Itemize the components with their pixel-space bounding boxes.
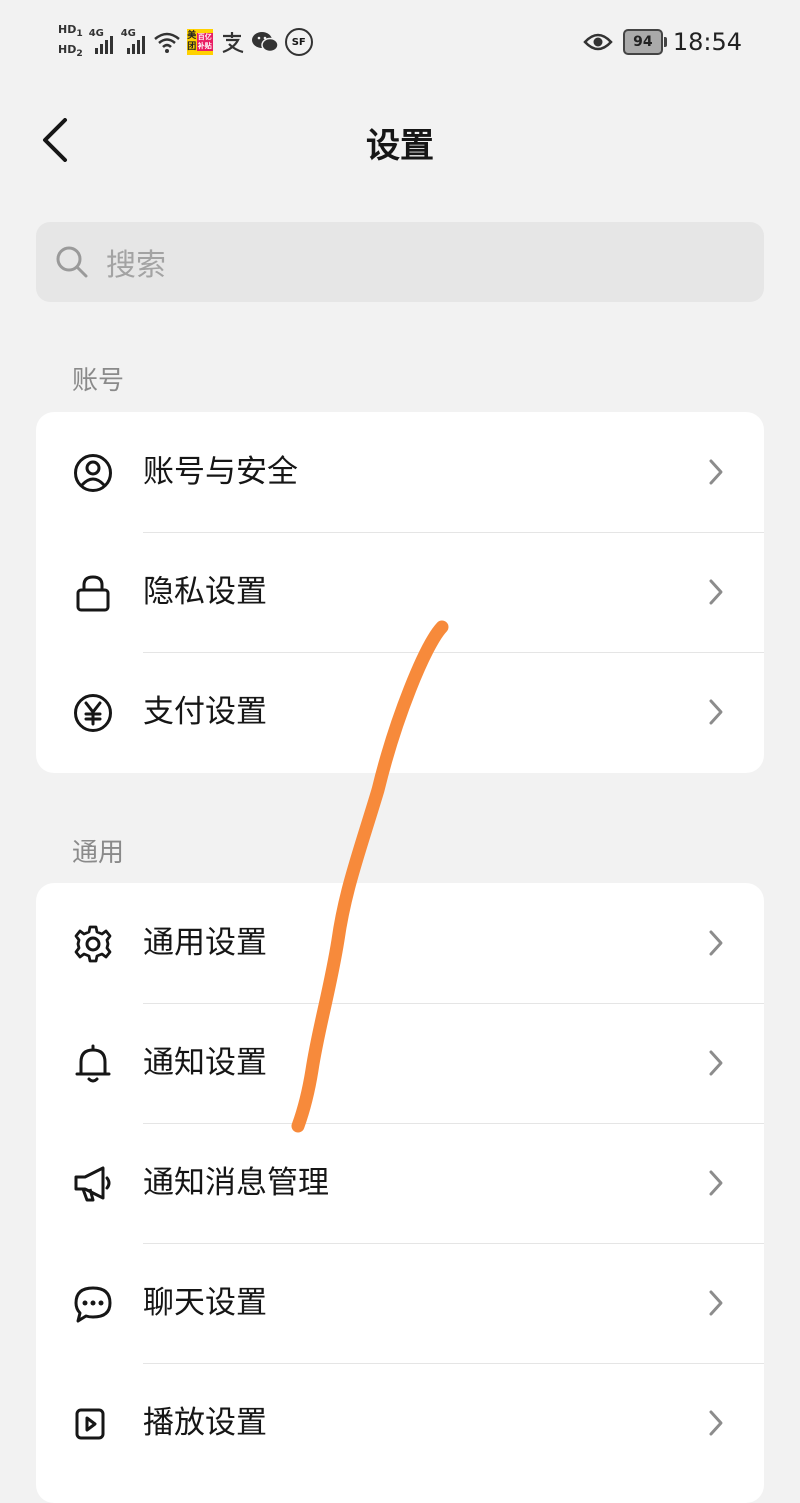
status-bar-right: 94 18:54: [583, 22, 742, 62]
hd2-label: HD: [58, 43, 77, 56]
lock-icon: [72, 572, 114, 614]
top-bar: 设置: [0, 100, 800, 180]
settings-row-account-security[interactable]: 账号与安全: [36, 412, 764, 532]
play-settings-icon: [72, 1403, 114, 1445]
gear-icon: [72, 923, 114, 965]
user-circle-icon: [72, 452, 114, 494]
bell-icon: [72, 1043, 114, 1085]
chevron-right-icon: [704, 1287, 728, 1319]
row-label: 通知设置: [143, 1045, 267, 1081]
general-card: 通用设置 通知设置 通知消息管理 聊天设置 播放设置: [36, 883, 764, 1503]
settings-row-general[interactable]: 通用设置: [36, 883, 764, 1003]
chevron-right-icon: [704, 927, 728, 959]
signal-2-icon: 4G: [120, 28, 147, 54]
settings-row-privacy[interactable]: 隐私设置: [36, 532, 764, 652]
sf-express-icon: SF: [284, 28, 313, 56]
battery-indicator: 94: [622, 29, 667, 55]
yen-icon: [72, 692, 114, 734]
section-label-account: 账号: [72, 366, 125, 396]
settings-row-notification-messages[interactable]: 通知消息管理: [36, 1123, 764, 1243]
status-bar: HD1 HD2 4G 4G 美团 百亿补贴 SF 94 18:54: [0, 0, 800, 80]
signal-1-icon: 4G: [88, 28, 115, 54]
hd2-sub: 2: [76, 48, 83, 60]
meituan-top-label: 美团: [187, 31, 197, 52]
settings-row-notification[interactable]: 通知设置: [36, 1003, 764, 1123]
megaphone-icon: [72, 1163, 114, 1205]
account-card: 账号与安全 隐私设置 支付设置: [36, 412, 764, 773]
search-bar[interactable]: 搜索: [36, 222, 764, 302]
eye-icon: [583, 31, 613, 53]
row-label: 隐私设置: [143, 574, 267, 610]
row-label: 支付设置: [143, 694, 267, 730]
clock: 18:54: [672, 28, 742, 56]
row-label: 账号与安全: [143, 454, 298, 490]
hd-indicator: HD1 HD2: [58, 23, 83, 61]
settings-row-payment[interactable]: 支付设置: [36, 652, 764, 772]
settings-row-playback[interactable]: 播放设置: [36, 1363, 764, 1483]
row-label: 聊天设置: [143, 1285, 267, 1321]
net1-label: 4G: [88, 28, 104, 39]
wifi-icon: [153, 30, 181, 54]
section-label-general: 通用: [72, 838, 125, 868]
alipay-icon: [219, 30, 245, 54]
search-placeholder: 搜索: [106, 248, 166, 283]
meituan-app-icon: 美团 百亿补贴: [186, 29, 213, 55]
chevron-right-icon: [704, 696, 728, 728]
chevron-right-icon: [704, 1167, 728, 1199]
hd1-sub: 1: [76, 28, 83, 39]
chevron-right-icon: [704, 456, 728, 488]
chevron-right-icon: [704, 1047, 728, 1079]
hd1-label: HD: [58, 22, 77, 36]
sf-label: SF: [291, 36, 306, 48]
chevron-right-icon: [704, 1407, 728, 1439]
meituan-bottom-label: 百亿补贴: [196, 33, 213, 51]
wechat-icon: [251, 30, 279, 54]
row-label: 通用设置: [143, 925, 267, 961]
settings-row-chat[interactable]: 聊天设置: [36, 1243, 764, 1363]
page-title: 设置: [366, 126, 434, 166]
chevron-right-icon: [704, 576, 728, 608]
net2-label: 4G: [120, 28, 136, 39]
status-bar-left: HD1 HD2 4G 4G 美团 百亿补贴 SF: [58, 20, 313, 64]
chat-bubble-icon: [72, 1283, 114, 1325]
search-icon: [54, 244, 90, 280]
row-label: 播放设置: [143, 1405, 267, 1441]
row-label: 通知消息管理: [143, 1165, 329, 1201]
